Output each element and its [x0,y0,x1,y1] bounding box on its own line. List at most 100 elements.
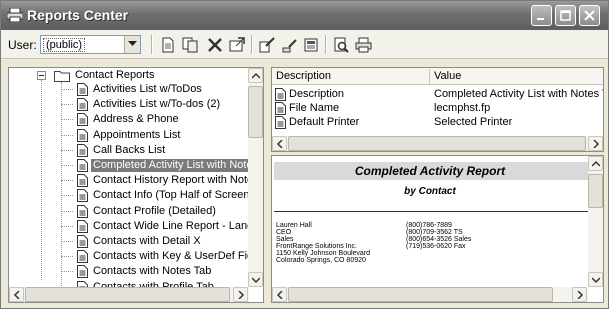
document-icon [275,88,286,101]
scroll-thumb[interactable] [248,86,263,138]
document-icon [275,102,286,115]
report-subtitle: by Contact [404,186,456,197]
tree-item-label: Completed Activity List with Notes T [91,159,263,172]
property-row[interactable]: Default Printer Selected Printer [272,116,603,129]
document-icon [77,235,88,248]
copy-report-icon[interactable] [181,36,199,54]
print-preview-icon[interactable] [332,36,350,54]
tree-item-report[interactable]: Contact Wide Line Report - Landsca [9,219,263,233]
report-tree[interactable]: Contact Reports Activities List w/ToDos A… [8,67,264,303]
tree-item-label: Contact Profile (Detailed) [93,204,216,217]
scroll-right-button[interactable] [572,287,587,302]
scroll-down-button[interactable] [588,272,603,287]
user-select[interactable]: (public) [40,35,141,54]
tree-item-report[interactable]: Activities List w/ToDos [9,83,249,96]
tree-horizontal-scrollbar[interactable] [9,287,249,302]
user-select-dropdown-button[interactable] [124,36,140,53]
tree-item-label: Contact Wide Line Report - Landsca [93,219,264,232]
grid-horizontal-scrollbar[interactable] [272,136,603,151]
tree-item-report[interactable]: Contacts with Detail X [9,235,249,248]
arrow-right-icon [577,291,584,299]
tree-item-report[interactable]: Contact Profile (Detailed) [9,204,249,218]
arrow-right-icon [593,140,600,148]
close-button[interactable] [579,5,600,26]
toolbar-separator [151,35,153,54]
report-preview[interactable]: Completed Activity Report by Contact Lau… [271,155,604,303]
scroll-thumb[interactable] [288,136,586,151]
tree-item-report[interactable]: Address & Phone [9,113,249,127]
scroll-down-button[interactable] [248,272,263,287]
property-row[interactable]: File Name lecmphst.fp [272,102,603,115]
scroll-left-button[interactable] [272,287,287,302]
tree-item-label: Activities List w/To-dos (2) [93,98,221,111]
delete-icon[interactable] [206,36,224,54]
new-report-icon[interactable] [159,36,177,54]
tree-vertical-scrollbar[interactable] [248,68,263,287]
tree-item-report[interactable]: Contacts with Notes Tab [9,265,249,279]
contact-line: Colorado Springs, CO 80920 [276,257,366,264]
scroll-left-button[interactable] [9,287,24,302]
tree-item-report[interactable]: Activities List w/To-dos (2) [9,98,249,112]
toolbar-separator [325,35,327,54]
design-icon[interactable] [258,36,276,54]
document-icon [77,98,88,112]
print-icon[interactable] [354,36,372,54]
scroll-thumb[interactable] [25,287,230,302]
arrow-up-icon [252,72,260,79]
minimize-icon [537,18,544,20]
tree-item-report[interactable]: Call Backs List [9,143,249,157]
edit-icon[interactable] [280,36,298,54]
tree-item-report[interactable]: Contacts with Key & UserDef Fields [9,250,263,264]
folder-icon [54,70,70,82]
scroll-thumb[interactable] [588,174,603,208]
scroll-up-button[interactable] [588,156,603,171]
document-icon [77,265,88,279]
scroll-right-button[interactable] [588,136,603,151]
toolbar: User: (public) [1,30,608,59]
column-header-value[interactable]: Value [434,70,461,82]
preview-horizontal-scrollbar[interactable] [272,287,588,302]
tree-item-label: Contacts with Notes Tab [93,265,212,278]
report-title: Completed Activity Report [354,164,506,178]
report-properties-grid[interactable]: Description Value Description Completed … [271,67,604,152]
tree-item-label: Address & Phone [93,113,179,126]
arrow-right-icon [238,291,245,299]
report-divider [274,211,588,212]
close-icon [584,10,595,21]
tree-item-label: Contacts with Key & UserDef Fields [93,250,264,263]
reports-center-window: Reports Center User: (public) Contact Re… [0,0,609,309]
tree-item-label: Contact Info (Top Half of Screen) [93,189,254,202]
arrow-down-icon [592,277,600,284]
property-value: lecmphst.fp [434,102,491,114]
window-title: Reports Center [27,7,129,23]
column-divider[interactable] [429,69,430,84]
scroll-left-button[interactable] [272,136,287,151]
properties-icon[interactable] [228,36,246,54]
tree-item-report[interactable]: Appointments List [9,128,249,142]
tree-item-label: Appointments List [93,128,181,141]
scroll-up-button[interactable] [248,68,263,83]
document-icon [77,113,88,127]
tree-item-label: Call Backs List [93,143,166,156]
scroll-thumb[interactable] [288,287,553,302]
column-header-description[interactable]: Description [276,70,331,82]
chevron-down-icon [128,41,137,46]
maximize-icon [560,10,571,21]
minus-icon [39,75,44,76]
collapse-toggle[interactable] [37,71,46,80]
title-bar[interactable]: Reports Center [1,1,608,30]
preview-vertical-scrollbar[interactable] [588,156,603,287]
scroll-right-button[interactable] [233,287,248,302]
tree-connector [61,82,62,302]
property-row[interactable]: Description Completed Activity List with… [272,88,603,101]
minimize-button[interactable] [531,5,552,26]
folder-label: Contact Reports [75,69,155,81]
document-icon [77,174,88,188]
document-icon [77,159,88,172]
property-name: Default Printer [289,116,360,128]
view-icon[interactable] [302,36,320,54]
tree-item-report[interactable]: Contact History Report with Notes [9,174,259,188]
maximize-button[interactable] [555,5,576,26]
tree-item-report[interactable]: Contact Info (Top Half of Screen) [9,189,253,203]
tree-item-report[interactable]: Completed Activity List with Notes T [9,159,263,172]
